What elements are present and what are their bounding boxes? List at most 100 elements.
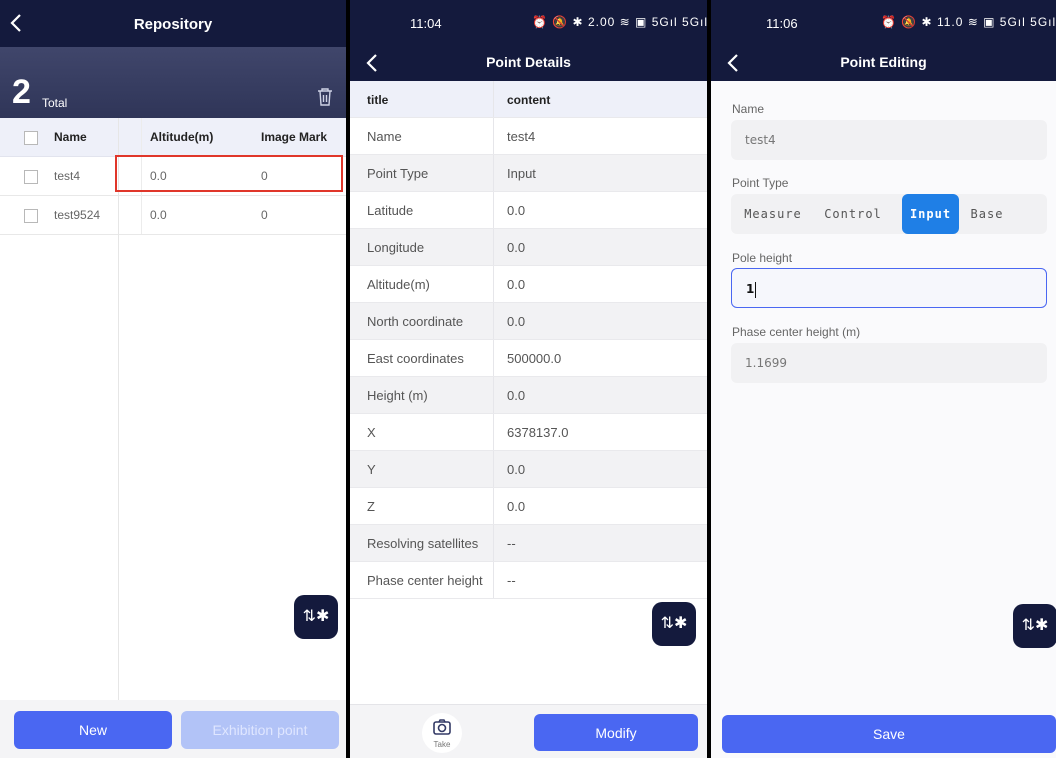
column-divider	[118, 118, 119, 700]
name-label: Name	[732, 102, 765, 116]
pole-height-label: Pole height	[732, 251, 793, 265]
row-content: 0.0	[507, 240, 526, 255]
table-row[interactable]: test9524 0.0 0	[0, 196, 346, 235]
exhibition-point-button[interactable]: Exhibition point	[181, 711, 339, 749]
point-editing-screen: 11:06 ⏰ 🔕 ✱ 11.0 ≋ ▣ 5Gıl 5Gıl 57 Point …	[711, 0, 1056, 758]
column-divider	[493, 118, 494, 154]
row-title: Point Type	[367, 165, 429, 181]
point-type-label: Point Type	[732, 176, 789, 190]
row-content: Input	[507, 166, 536, 181]
table-row: Name test4	[350, 118, 707, 155]
column-divider	[493, 414, 494, 450]
take-photo-button[interactable]: Take	[422, 713, 462, 753]
row-content: 0.0	[507, 388, 526, 403]
row-content: 0.0	[507, 203, 526, 218]
repository-header: Repository	[0, 0, 346, 47]
navigation-bar: Point Details	[350, 46, 707, 81]
bluetooth-arrows-icon[interactable]: ⇅✱	[294, 595, 338, 639]
column-divider	[493, 525, 494, 561]
save-button[interactable]: Save	[722, 715, 1056, 753]
row-title: Altitude(m)	[367, 276, 430, 292]
column-divider	[493, 192, 494, 228]
row-content: 500000.0	[507, 351, 562, 366]
point-type-input[interactable]: Input	[902, 194, 959, 234]
row-altitude: 0.0	[150, 208, 167, 222]
column-divider	[493, 340, 494, 376]
table-row: Altitude(m) 0.0	[350, 266, 707, 303]
column-divider	[493, 488, 494, 524]
table-header: Name Altitude(m) Image Mark	[0, 118, 346, 157]
column-divider	[493, 377, 494, 413]
column-header-content: content	[507, 92, 551, 107]
trash-icon[interactable]	[316, 87, 334, 107]
page-title: Point Details	[486, 54, 571, 70]
pole-height-input[interactable]: 1	[731, 268, 1047, 308]
table-row: North coordinate 0.0	[350, 303, 707, 340]
navigation-bar: Point Editing	[711, 46, 1056, 81]
status-bar: 11:06 ⏰ 🔕 ✱ 11.0 ≋ ▣ 5Gıl 5Gıl 57	[711, 0, 1056, 46]
table-row: Longitude 0.0	[350, 229, 707, 266]
row-content: 0.0	[507, 462, 526, 477]
table-header: title content	[350, 81, 707, 118]
bottom-toolbar: New Exhibition point	[0, 700, 346, 758]
highlight-box	[115, 155, 343, 192]
total-label: Total	[42, 96, 68, 110]
column-header-altitude: Altitude(m)	[150, 130, 214, 144]
row-title: North coordinate	[367, 313, 464, 329]
row-title: Latitude	[367, 202, 414, 218]
total-count: 2	[12, 73, 31, 111]
table-row: X 6378137.0	[350, 414, 707, 451]
point-type-measure[interactable]: Measure	[741, 194, 805, 234]
bluetooth-arrows-icon[interactable]: ⇅✱	[1013, 604, 1056, 648]
row-name: test4	[54, 169, 81, 183]
select-all-checkbox[interactable]	[24, 131, 38, 145]
column-divider	[493, 155, 494, 191]
row-content: 0.0	[507, 499, 526, 514]
row-title: X	[367, 424, 376, 440]
row-content: 0.0	[507, 314, 526, 329]
modify-button[interactable]: Modify	[534, 714, 698, 751]
row-title: Name	[367, 128, 402, 144]
status-icons: ⏰ 🔕 ✱ 2.00 ≋ ▣ 5Gıl 5Gıl 57	[532, 15, 707, 29]
bottom-toolbar: Take Modify	[350, 704, 707, 758]
status-bar: 11:04 ⏰ 🔕 ✱ 2.00 ≋ ▣ 5Gıl 5Gıl 57	[350, 0, 707, 46]
repository-screen: Repository 2 Total Name Altitude(m) Imag…	[0, 0, 346, 758]
column-header-title: title	[367, 92, 389, 107]
table-row: Y 0.0	[350, 451, 707, 488]
status-icons: ⏰ 🔕 ✱ 11.0 ≋ ▣ 5Gıl 5Gıl 57	[881, 15, 1056, 29]
row-image-mark: 0	[261, 208, 268, 222]
row-content: 0.0	[507, 277, 526, 292]
new-button[interactable]: New	[14, 711, 172, 749]
row-title: Longitude	[367, 239, 425, 255]
column-divider	[493, 451, 494, 487]
row-title: Z	[367, 498, 375, 514]
row-checkbox[interactable]	[24, 170, 38, 184]
bluetooth-arrows-icon[interactable]: ⇅✱	[652, 602, 696, 646]
table-row: Resolving satellites --	[350, 525, 707, 562]
row-title: Y	[367, 461, 376, 477]
row-title: East coordinates	[367, 350, 464, 366]
details-table: title content Name test4 Point Type Inpu…	[350, 81, 707, 599]
point-type-base[interactable]: Base	[967, 194, 1007, 234]
table-row: Height (m) 0.0	[350, 377, 707, 414]
name-field: test4	[731, 120, 1047, 160]
column-divider	[493, 81, 494, 117]
phase-center-field: 1.1699	[731, 343, 1047, 383]
text-caret	[755, 281, 757, 298]
phase-center-label: Phase center height (m)	[732, 325, 861, 339]
table-row: Phase center height --	[350, 562, 707, 599]
row-title: Resolving satellites	[367, 535, 479, 551]
table-row: Z 0.0	[350, 488, 707, 525]
row-name: test9524	[54, 208, 101, 222]
page-title: Repository	[133, 16, 213, 33]
table-row: Latitude 0.0	[350, 192, 707, 229]
column-divider	[493, 562, 494, 598]
row-content: 6378137.0	[507, 425, 569, 440]
column-header-name: Name	[54, 130, 87, 144]
camera-icon	[433, 719, 451, 740]
point-type-control[interactable]: Control	[821, 194, 885, 234]
table-row: East coordinates 500000.0	[350, 340, 707, 377]
row-content: test4	[507, 129, 536, 144]
status-time: 11:04	[410, 16, 442, 31]
row-checkbox[interactable]	[24, 209, 38, 223]
